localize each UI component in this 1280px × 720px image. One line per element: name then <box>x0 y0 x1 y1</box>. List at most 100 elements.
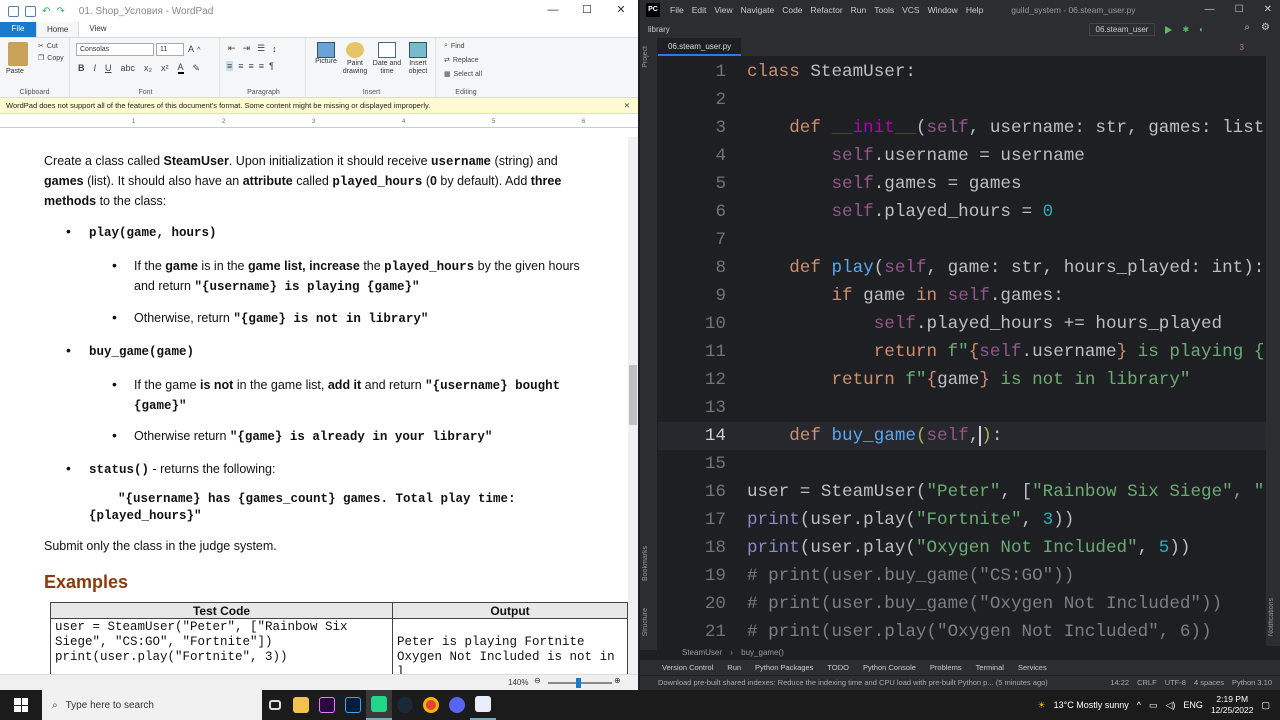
subscript-button[interactable]: x₂ <box>144 63 152 73</box>
close-button[interactable]: ✕ <box>1264 4 1272 15</box>
breadcrumb-method[interactable]: buy_game() <box>741 648 784 657</box>
line-separator[interactable]: CRLF <box>1137 676 1157 690</box>
taskbar-search[interactable]: ⌕ Type here to search <box>42 690 262 720</box>
align-center-icon[interactable]: ≡ <box>238 61 243 71</box>
select-all-button[interactable]: ▦ Select all <box>444 70 482 79</box>
underline-button[interactable]: U <box>105 63 112 73</box>
cut-button[interactable]: ✂ Cut <box>38 42 58 51</box>
coverage-icon[interactable]: ◐ <box>1199 25 1204 34</box>
document-scrollbar[interactable] <box>628 137 638 674</box>
indent-setting[interactable]: 4 spaces <box>1194 676 1224 690</box>
steam-icon[interactable] <box>392 690 418 720</box>
picture-button[interactable]: Picture <box>314 42 338 65</box>
menu-tools[interactable]: Tools <box>870 5 898 15</box>
weather-icon[interactable]: ☀ <box>1038 700 1046 711</box>
weather-text[interactable]: 13°C Mostly sunny <box>1054 700 1129 710</box>
line-spacing-icon[interactable]: ↕ <box>272 44 277 54</box>
code-editor[interactable]: 1 class SteamUser: 2 3 def __init__(self,… <box>658 56 1266 646</box>
paste-icon[interactable] <box>8 42 28 66</box>
services-tab[interactable]: Services <box>1018 663 1047 672</box>
strikethrough-button[interactable]: abc <box>121 63 136 73</box>
maximize-button[interactable]: ☐ <box>570 0 604 22</box>
chrome-icon[interactable] <box>418 690 444 720</box>
font-family-select[interactable]: Consolas <box>76 43 154 56</box>
zoom-in-button[interactable]: ⊕ <box>614 676 621 685</box>
debug-icon[interactable]: ✱ <box>1182 25 1189 34</box>
decrease-indent-icon[interactable]: ⇤ <box>228 43 236 54</box>
highlight-button[interactable]: ✎ <box>193 63 201 74</box>
insert-object-button[interactable]: Insert object <box>404 42 432 76</box>
close-infobar-button[interactable]: ✕ <box>624 98 630 114</box>
run-icon[interactable] <box>1165 25 1173 34</box>
menu-vcs[interactable]: VCS <box>898 5 923 15</box>
network-icon[interactable]: ▭ <box>1149 700 1158 711</box>
windows-start-icon[interactable] <box>14 698 28 712</box>
menu-refactor[interactable]: Refactor <box>807 5 847 15</box>
problems-tab[interactable]: Problems <box>930 663 962 672</box>
photoshop-icon[interactable] <box>340 690 366 720</box>
project-tool-button[interactable]: Project <box>642 46 649 68</box>
breadcrumb-class[interactable]: SteamUser <box>682 648 722 657</box>
editor-tab-steam-user[interactable]: 06.steam_user.py <box>658 38 742 56</box>
menu-navigate[interactable]: Navigate <box>737 5 779 15</box>
tab-home[interactable]: Home <box>36 21 80 37</box>
menu-window[interactable]: Window <box>924 5 962 15</box>
close-button[interactable]: ✕ <box>604 0 638 22</box>
maximize-button[interactable]: ☐ <box>1235 4 1244 15</box>
project-breadcrumb[interactable]: library <box>648 25 670 34</box>
structure-tool-button[interactable]: Structure <box>642 608 649 636</box>
align-right-icon[interactable]: ≡ <box>249 61 254 71</box>
minimize-button[interactable]: — <box>1205 4 1215 15</box>
warnings-count[interactable]: 3 <box>1240 43 1244 52</box>
file-encoding[interactable]: UTF-8 <box>1165 676 1186 690</box>
terminal-tab[interactable]: Terminal <box>976 663 1004 672</box>
paint-drawing-button[interactable]: Paint drawing <box>342 42 368 76</box>
superscript-button[interactable]: x² <box>161 63 169 73</box>
notifications-tool-button[interactable]: Notifications <box>1268 598 1275 636</box>
python-interpreter[interactable]: Python 3.10 <box>1232 676 1272 690</box>
volume-icon[interactable]: ◁) <box>1166 700 1176 711</box>
list-icon[interactable]: ☰ <box>257 43 265 54</box>
version-control-tab[interactable]: Version Control <box>662 663 713 672</box>
python-console-tab[interactable]: Python Console <box>863 663 916 672</box>
menu-run[interactable]: Run <box>847 5 871 15</box>
copy-button[interactable]: ❐ Copy <box>38 54 64 63</box>
paragraph-icon[interactable]: ¶ <box>269 61 274 71</box>
file-explorer-icon[interactable] <box>288 690 314 720</box>
font-size-select[interactable]: 11 <box>156 43 184 56</box>
discord-icon[interactable] <box>444 690 470 720</box>
notification-icon[interactable]: ▢ <box>1261 700 1270 711</box>
language-indicator[interactable]: ENG <box>1183 700 1203 710</box>
find-button[interactable]: ⌕ Find <box>444 42 465 50</box>
premiere-icon[interactable] <box>314 690 340 720</box>
menu-file[interactable]: File <box>666 5 688 15</box>
clock[interactable]: 2:19 PM 12/25/2022 <box>1211 694 1254 716</box>
increase-indent-icon[interactable]: ⇥ <box>243 43 251 54</box>
menu-code[interactable]: Code <box>778 5 806 15</box>
wordpad-taskbar-icon[interactable] <box>470 690 496 720</box>
minimize-button[interactable]: — <box>536 0 570 22</box>
caret-position[interactable]: 14:22 <box>1110 676 1129 690</box>
italic-button[interactable]: I <box>94 63 97 73</box>
task-view-icon[interactable] <box>262 690 288 720</box>
menu-view[interactable]: View <box>710 5 736 15</box>
undo-icon[interactable]: ↶ <box>42 6 50 17</box>
tab-view[interactable]: View <box>79 21 116 37</box>
redo-icon[interactable]: ↷ <box>56 6 64 17</box>
replace-button[interactable]: ⇄ Replace <box>444 56 479 65</box>
zoom-slider-knob[interactable] <box>576 678 581 688</box>
python-packages-tab[interactable]: Python Packages <box>755 663 813 672</box>
menu-edit[interactable]: Edit <box>688 5 711 15</box>
document-body[interactable]: Create a class called SteamUser. Upon in… <box>0 152 628 674</box>
bold-button[interactable]: B <box>78 63 85 73</box>
menu-help[interactable]: Help <box>962 5 987 15</box>
tab-file[interactable]: File <box>0 21 36 37</box>
grow-font-button[interactable]: A ^ <box>188 44 201 54</box>
align-left-icon[interactable]: ≡ <box>226 61 234 71</box>
pycharm-taskbar-icon[interactable] <box>366 690 392 720</box>
paste-button[interactable]: Paste <box>6 68 24 75</box>
zoom-out-button[interactable]: ⊖ <box>534 676 541 685</box>
save-icon[interactable] <box>25 5 36 17</box>
tray-overflow-icon[interactable]: ^ <box>1137 700 1141 710</box>
run-tab[interactable]: Run <box>727 663 741 672</box>
